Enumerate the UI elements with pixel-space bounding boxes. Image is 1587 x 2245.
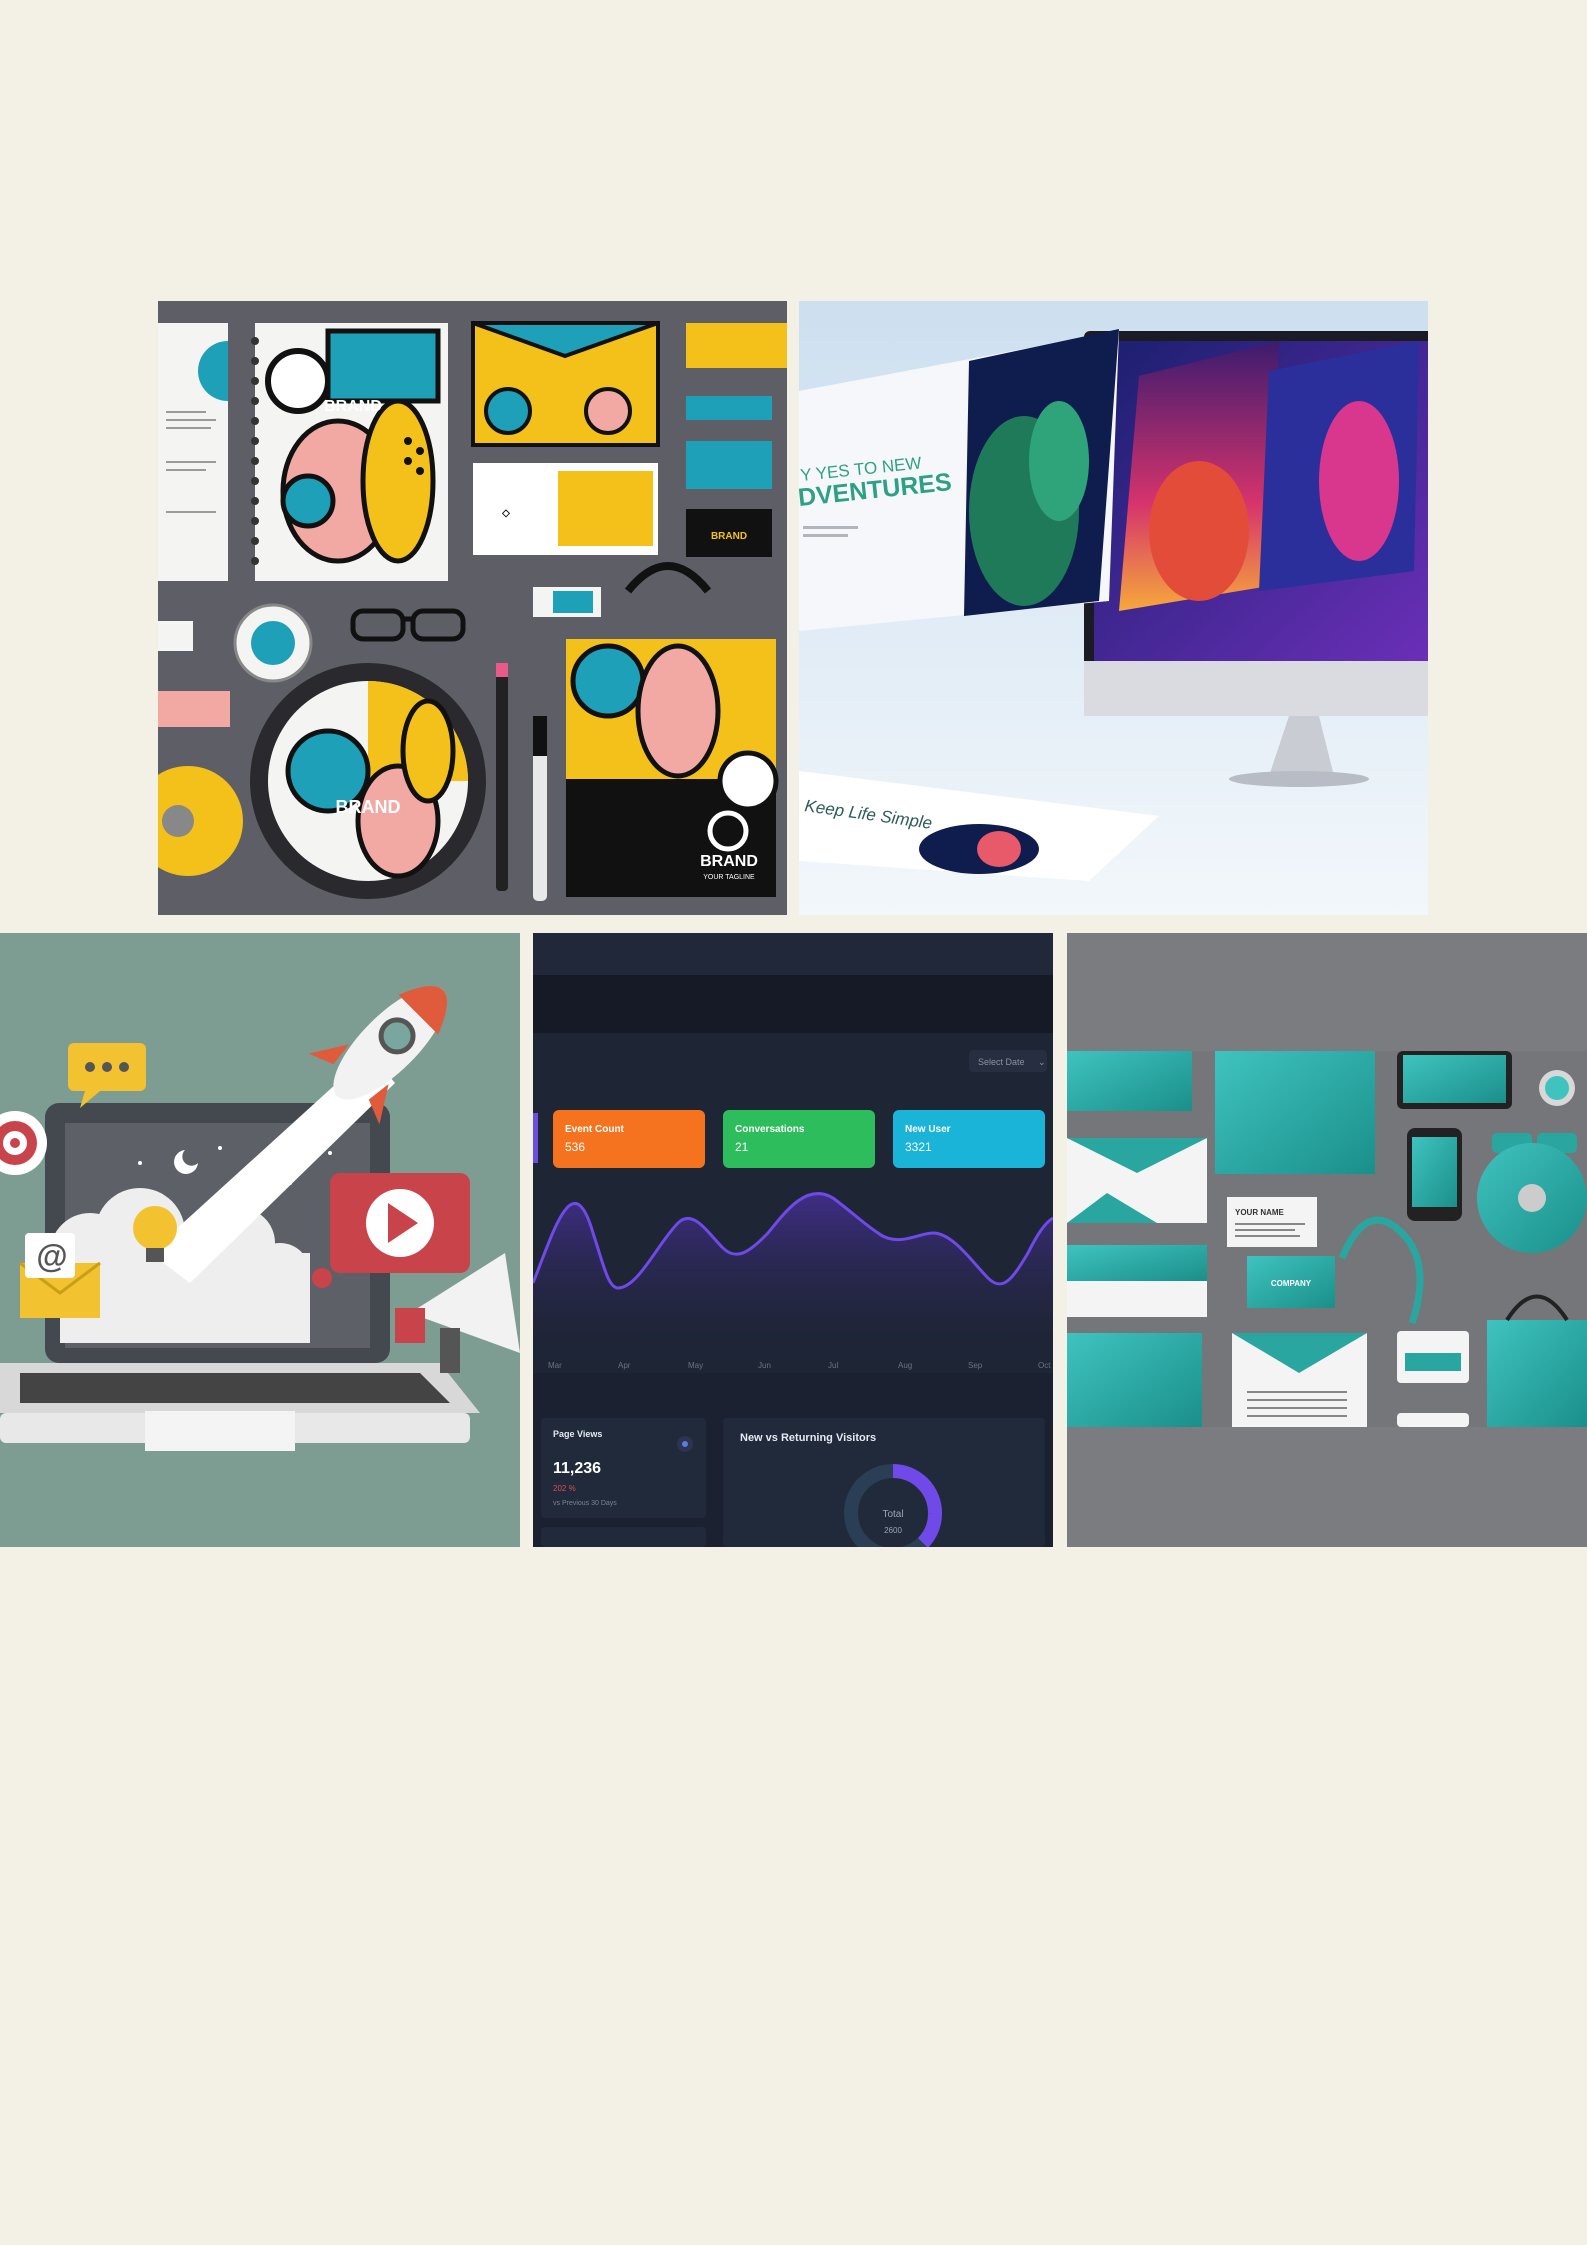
card-new-user [893, 1110, 1045, 1168]
your-name-text: YOUR NAME [1235, 1208, 1285, 1217]
card-conversations-value: 21 [735, 1140, 749, 1154]
svg-text:BRAND: BRAND [336, 797, 401, 817]
x-axis-month-label: Oct [1038, 1361, 1051, 1370]
card-event-count-value: 536 [565, 1140, 585, 1154]
analytics-dashboard-image: Select Date ⌄ Event Count 536 Conversati… [533, 933, 1053, 1547]
at-symbol: @ [36, 1238, 67, 1274]
page-views-compare: vs Previous 30 Days [553, 1500, 617, 1507]
card-conversations-label: Conversations [735, 1124, 805, 1135]
card-event-count [553, 1110, 705, 1168]
bag-tagline: YOUR TAGLINE [703, 874, 755, 881]
website-screens-image: Y YES TO NEW DVENTURES Keep Life Simple [799, 301, 1428, 915]
analytics-dashboard-illustration: Select Date ⌄ Event Count 536 Conversati… [533, 933, 1053, 1547]
svg-text:BRAND: BRAND [711, 531, 747, 542]
select-date-label: Select Date [978, 1057, 1025, 1067]
bag-brand-text: BRAND [700, 853, 758, 870]
x-axis-month-label: Jun [758, 1361, 771, 1370]
brand-text: BRAND [324, 398, 382, 415]
donut-total-value: 2600 [884, 1526, 902, 1535]
visitors-title: New vs Returning Visitors [740, 1432, 876, 1444]
name-card [1227, 1197, 1317, 1247]
x-axis-month-label: Aug [898, 1361, 912, 1370]
chevron-down-icon: ⌄ [1038, 1057, 1046, 1067]
x-axis-month-label: Apr [618, 1361, 631, 1370]
digital-marketing-image: @ [0, 933, 520, 1547]
corporate-identity-illustration: YOUR NAME COMPANY [1067, 933, 1587, 1547]
card-conversations [723, 1110, 875, 1168]
website-screens-illustration: Y YES TO NEW DVENTURES Keep Life Simple [799, 301, 1428, 915]
card-new-user-value: 3321 [905, 1140, 932, 1154]
card-event-count-label: Event Count [565, 1124, 625, 1135]
branding-stationery-illustration: BRAND ◇ BRAND BRAND BRAND YOUR TAGLINE [158, 301, 787, 915]
page-views-label: Page Views [553, 1429, 602, 1439]
svg-text:◇: ◇ [501, 508, 510, 519]
x-axis-month-label: May [688, 1361, 703, 1370]
card-new-user-label: New User [905, 1124, 951, 1135]
x-axis-month-label: Jul [828, 1361, 838, 1370]
x-axis-month-label: Sep [968, 1361, 983, 1370]
digital-marketing-illustration: @ [0, 933, 520, 1547]
page-views-change: 202 % [553, 1484, 576, 1493]
page-views-value: 11,236 [553, 1460, 601, 1477]
donut-total-label: Total [882, 1509, 903, 1520]
x-axis-month-label: Mar [548, 1361, 562, 1370]
corporate-identity-image: YOUR NAME COMPANY [1067, 933, 1587, 1547]
company-text: COMPANY [1271, 1279, 1312, 1288]
branding-stationery-image: BRAND ◇ BRAND BRAND BRAND YOUR TAGLINE [158, 301, 787, 915]
